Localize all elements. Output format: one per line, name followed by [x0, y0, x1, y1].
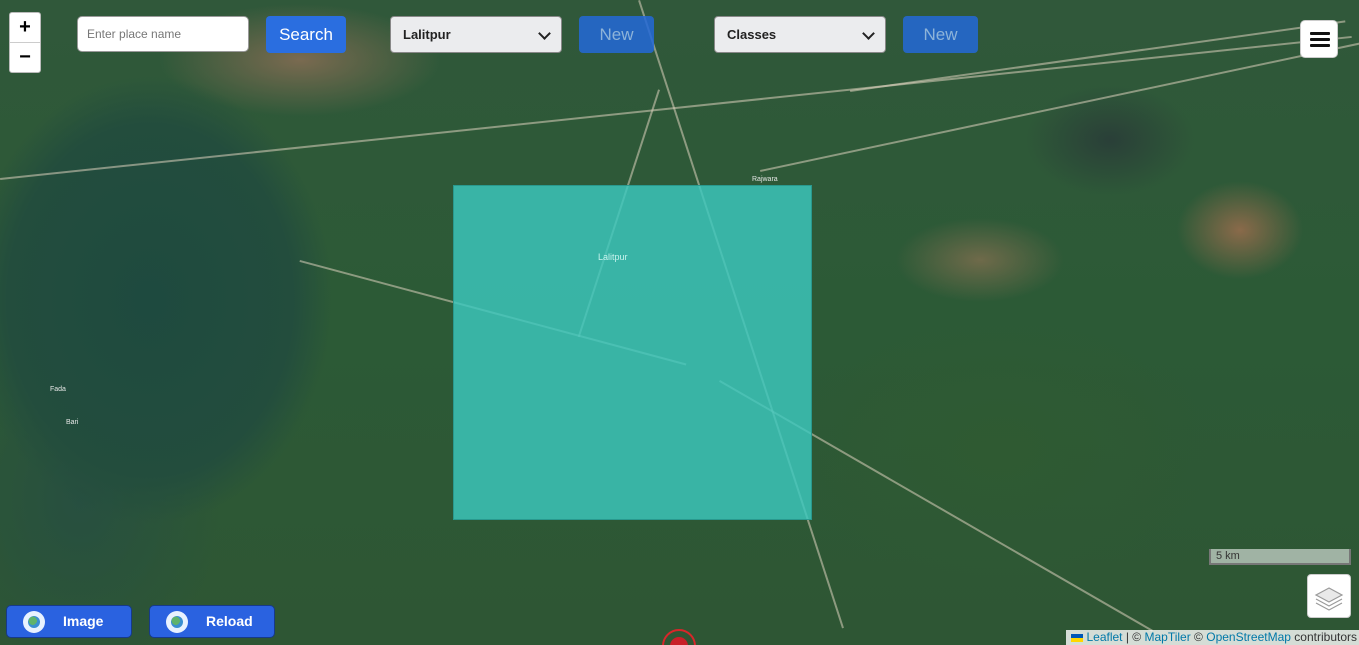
globe-icon	[23, 611, 45, 633]
globe-icon	[166, 611, 188, 633]
reload-button[interactable]: Reload	[149, 605, 275, 638]
attribution-suffix: contributors	[1294, 630, 1357, 644]
chevron-down-icon	[862, 27, 875, 40]
new-class-button[interactable]: New	[903, 16, 978, 53]
classes-select-value: Classes	[727, 27, 777, 42]
road	[0, 35, 1352, 180]
district-select-value: Lalitpur	[403, 27, 451, 42]
district-select[interactable]: Lalitpur	[390, 16, 562, 53]
classes-select[interactable]: Classes	[714, 16, 886, 53]
layers-icon[interactable]	[1307, 574, 1351, 618]
image-button[interactable]: Image	[6, 605, 132, 638]
zoom-out-button[interactable]: −	[10, 42, 40, 72]
zoom-in-button[interactable]: +	[10, 13, 40, 42]
map-canvas[interactable]: Rajwara Fada Bari Lalitpur	[0, 0, 1359, 645]
village-label: Fada	[50, 386, 66, 393]
village-label: Bari	[66, 419, 79, 426]
village-label: Rajwara	[752, 176, 778, 183]
leaflet-link[interactable]: Leaflet	[1086, 630, 1122, 644]
map-attribution: Leaflet | © MapTiler © OpenStreetMap con…	[1066, 630, 1359, 645]
zoom-control: + −	[9, 12, 41, 73]
menu-icon[interactable]	[1300, 20, 1338, 58]
new-district-button[interactable]: New	[579, 16, 654, 53]
scale-bar: 5 km	[1209, 549, 1351, 565]
maptiler-link[interactable]: MapTiler	[1144, 630, 1190, 644]
ukraine-flag-icon	[1071, 633, 1084, 642]
chevron-down-icon	[538, 27, 551, 40]
search-button[interactable]: Search	[266, 16, 346, 53]
image-button-label: Image	[63, 613, 104, 629]
region-overlay[interactable]: Lalitpur	[453, 185, 812, 520]
osm-link[interactable]: OpenStreetMap	[1206, 630, 1291, 644]
reload-button-label: Reload	[206, 613, 253, 629]
place-search-input[interactable]	[77, 16, 249, 52]
location-marker-icon[interactable]	[662, 629, 696, 645]
overlay-place-label: Lalitpur	[598, 252, 628, 262]
